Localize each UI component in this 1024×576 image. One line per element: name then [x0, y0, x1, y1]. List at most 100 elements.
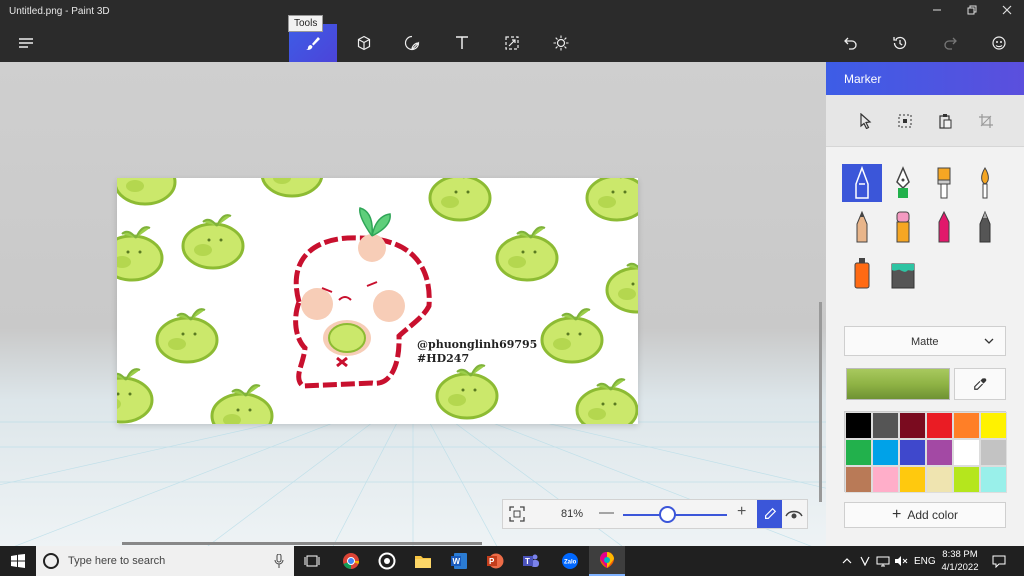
color-swatch[interactable] — [953, 439, 980, 466]
close-icon — [1002, 5, 1012, 15]
color-swatch[interactable] — [845, 412, 872, 439]
tool-3d-shapes[interactable] — [340, 24, 388, 62]
marker-icon — [855, 166, 869, 199]
start-button[interactable] — [0, 546, 36, 576]
panel-title: Marker — [826, 62, 1024, 95]
tool-canvas[interactable] — [537, 24, 585, 62]
powerpoint-icon: P — [487, 553, 504, 569]
taskbar-teams[interactable]: T — [513, 546, 549, 576]
folder-icon — [415, 556, 431, 568]
color-swatch[interactable] — [926, 466, 953, 493]
tray-app[interactable] — [860, 546, 870, 576]
color-swatch[interactable] — [926, 439, 953, 466]
close-button[interactable] — [990, 0, 1024, 24]
color-swatch[interactable] — [845, 439, 872, 466]
color-swatch[interactable] — [872, 412, 899, 439]
select-icon[interactable] — [858, 113, 874, 129]
workspace[interactable]: @phuonglinh69795 #HD247 81% — + — [0, 62, 826, 546]
tool-stickers[interactable] — [388, 24, 436, 62]
color-swatch[interactable] — [899, 439, 926, 466]
brush-marker[interactable] — [842, 164, 882, 202]
tool-text[interactable] — [438, 24, 486, 62]
zoom-slider-thumb[interactable] — [658, 506, 676, 523]
redo-button[interactable] — [926, 24, 974, 62]
taskbar-search[interactable]: Type here to search — [36, 546, 294, 576]
brushes-panel: Marker Matte + Add color — [826, 62, 1024, 546]
taskbar-paint-3d[interactable] — [589, 546, 625, 576]
history-icon — [893, 36, 907, 50]
taskbar-word[interactable]: W — [441, 546, 477, 576]
brush-oil[interactable] — [924, 164, 964, 202]
clock-time: 8:38 PM — [942, 549, 978, 560]
microphone-icon[interactable] — [274, 554, 284, 568]
color-swatch[interactable] — [899, 412, 926, 439]
artwork — [117, 178, 638, 424]
finish-value: Matte — [911, 336, 939, 348]
color-swatch[interactable] — [926, 412, 953, 439]
brush-pixel-pen[interactable] — [965, 208, 1005, 246]
zoom-out-button[interactable]: — — [599, 504, 614, 521]
crop-icon[interactable] — [978, 113, 994, 129]
volume-button[interactable] — [894, 546, 908, 576]
color-swatch[interactable] — [872, 466, 899, 493]
select-area-icon[interactable] — [897, 113, 913, 129]
view-2d-button[interactable] — [757, 500, 782, 528]
notifications-button[interactable] — [992, 546, 1006, 576]
network-button[interactable] — [876, 546, 890, 576]
task-view-icon — [304, 555, 320, 567]
taskbar-powerpoint[interactable]: P — [477, 546, 513, 576]
clock[interactable]: 8:38 PM 4/1/2022 — [938, 548, 982, 574]
taskbar-file-explorer[interactable] — [405, 546, 441, 576]
color-swatch[interactable] — [872, 439, 899, 466]
media-icon — [378, 552, 396, 570]
color-swatch[interactable] — [980, 439, 1007, 466]
drawing-canvas[interactable]: @phuonglinh69795 #HD247 — [117, 178, 638, 424]
brush-spray-can[interactable] — [842, 254, 882, 292]
add-color-button[interactable]: + Add color — [844, 502, 1006, 528]
spray-can-icon — [854, 258, 870, 289]
brush-pencil[interactable] — [842, 208, 882, 246]
color-swatch[interactable] — [845, 466, 872, 493]
brush-crayon[interactable] — [924, 208, 964, 246]
vertical-scrollbar[interactable] — [819, 302, 822, 502]
color-swatch[interactable] — [953, 412, 980, 439]
paste-icon[interactable] — [937, 113, 953, 129]
taskbar-chrome[interactable] — [333, 546, 369, 576]
add-color-label: Add color — [907, 508, 959, 522]
calligraphy-pen-icon — [896, 166, 910, 198]
character-drawing — [293, 207, 432, 389]
current-color-swatch[interactable] — [846, 368, 950, 400]
restore-button[interactable] — [955, 0, 989, 24]
taskbar-zalo[interactable]: Zalo — [552, 546, 588, 576]
horizontal-scrollbar[interactable] — [122, 542, 482, 545]
undo-button[interactable] — [827, 24, 875, 62]
history-button[interactable] — [876, 24, 924, 62]
v-icon — [860, 556, 870, 566]
taskbar-media-app[interactable] — [369, 546, 405, 576]
color-swatch[interactable] — [899, 466, 926, 493]
eyedropper-button[interactable] — [954, 368, 1006, 400]
fit-to-screen-icon[interactable] — [509, 506, 525, 522]
brush-fill[interactable] — [883, 254, 923, 292]
color-swatch[interactable] — [980, 412, 1007, 439]
brush-watercolor[interactable] — [965, 164, 1005, 202]
eye-icon[interactable] — [785, 505, 803, 523]
tool-effects[interactable] — [488, 24, 536, 62]
brush-calligraphy-pen[interactable] — [883, 164, 923, 202]
taskbar: Type here to search W P T Zalo ENG 8:38 … — [0, 546, 1024, 576]
color-swatch[interactable] — [953, 466, 980, 493]
minimize-button[interactable] — [920, 0, 954, 24]
redo-icon — [944, 37, 957, 50]
show-hidden-icons[interactable] — [842, 546, 852, 576]
word-icon: W — [451, 553, 467, 569]
language-indicator[interactable]: ENG — [914, 546, 936, 576]
finish-dropdown[interactable]: Matte — [844, 326, 1006, 356]
menu-button[interactable] — [2, 24, 50, 62]
tools-tooltip: Tools — [288, 15, 324, 32]
color-swatch[interactable] — [980, 466, 1007, 493]
task-view-button[interactable] — [294, 546, 330, 576]
zoom-in-button[interactable]: + — [737, 503, 746, 521]
brush-eraser[interactable] — [883, 208, 923, 246]
remix-button[interactable] — [975, 24, 1023, 62]
svg-text:W: W — [453, 557, 461, 566]
